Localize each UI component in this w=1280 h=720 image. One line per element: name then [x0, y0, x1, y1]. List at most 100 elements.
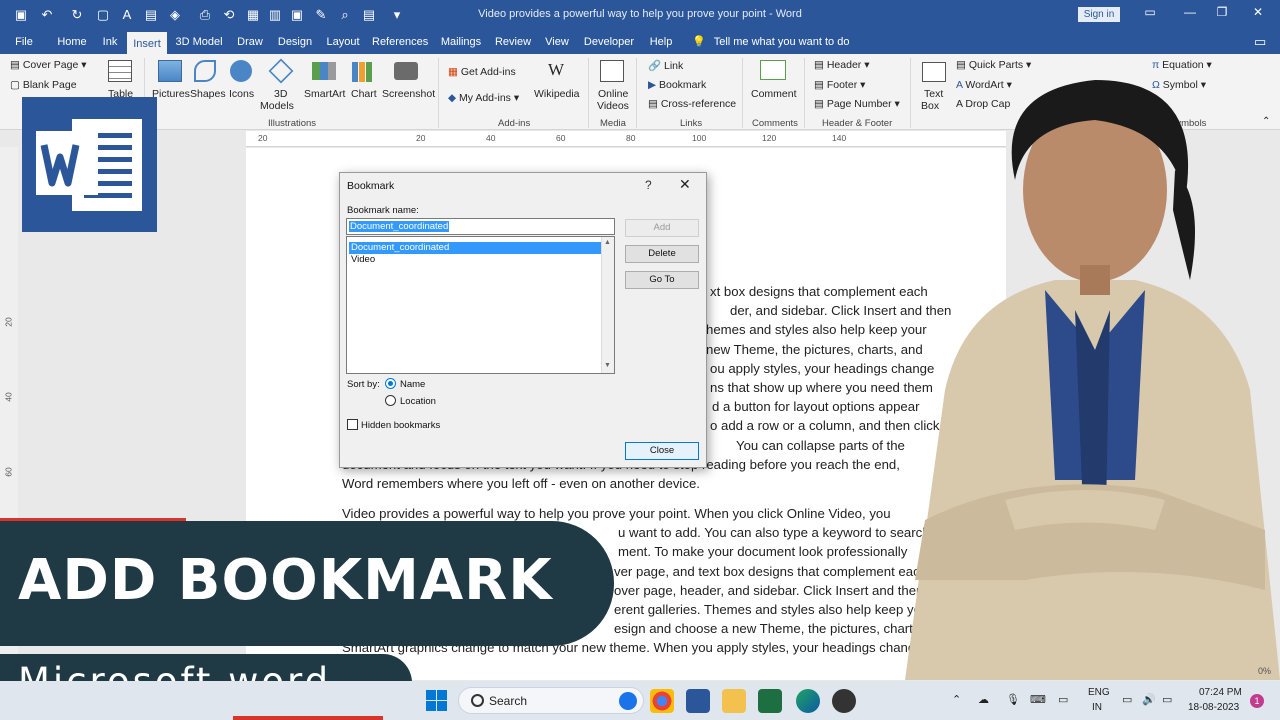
smartart-button[interactable]: SmartArt [304, 88, 345, 100]
hidden-bookmarks-checkbox[interactable] [347, 419, 358, 430]
restore-icon[interactable]: ❐ [1212, 5, 1232, 23]
get-addins-button[interactable]: ▦ Get Add-ins [448, 66, 516, 78]
3d-models-icon[interactable] [268, 58, 294, 84]
clock-time[interactable]: 07:24 PM [1199, 687, 1242, 698]
sort-location-radio[interactable] [385, 395, 396, 406]
footer-button[interactable]: ▤ Footer ▾ [814, 79, 865, 91]
list-item[interactable]: Video [349, 254, 601, 266]
windows-start-icon[interactable] [426, 690, 447, 711]
preview-icon[interactable]: ⌕ [336, 6, 354, 24]
tab-developer[interactable]: Developer [582, 30, 636, 54]
save-icon[interactable]: ▣ [12, 6, 30, 24]
online-videos-label-1[interactable]: Online [598, 88, 628, 100]
sort-name-radio[interactable] [385, 378, 396, 389]
list-scrollbar[interactable]: ▲ ▼ [601, 237, 614, 373]
layout-icon[interactable]: ▦ [244, 6, 262, 24]
go-to-button[interactable]: Go To [625, 271, 699, 289]
horizontal-ruler[interactable]: 20 20 40 60 80 100 120 140 [246, 131, 1006, 147]
tab-review[interactable]: Review [494, 30, 532, 54]
wikipedia-icon[interactable]: W [548, 60, 564, 80]
smartart-icon[interactable] [312, 62, 336, 80]
new-document-icon[interactable]: ▢ [94, 6, 112, 24]
notification-badge[interactable]: 1 [1250, 694, 1264, 708]
display-icon[interactable]: ▭ [1058, 693, 1068, 706]
online-videos-label-2[interactable]: Videos [597, 100, 629, 112]
3d-models-label-1[interactable]: 3D [274, 88, 287, 100]
tell-me-search[interactable]: 💡 Tell me what you want to do [692, 30, 849, 54]
excel-icon[interactable] [758, 689, 782, 713]
comments-icon[interactable]: ▭ [1254, 34, 1266, 50]
table-icon[interactable]: ▥ [266, 6, 284, 24]
undo-icon[interactable]: ↶ [38, 6, 56, 24]
table-icon[interactable] [108, 60, 132, 82]
clock-date[interactable]: 18-08-2023 [1188, 702, 1239, 713]
redo-icon[interactable]: ↻ [68, 6, 86, 24]
battery-icon[interactable]: ▭ [1162, 693, 1172, 706]
3d-models-label-2[interactable]: Models [260, 100, 294, 112]
my-addins-button[interactable]: ◆ My Add-ins ▾ [448, 92, 519, 104]
form-icon[interactable]: ▤ [142, 6, 160, 24]
online-videos-icon[interactable] [600, 60, 624, 82]
share-icon[interactable]: ⟲ [220, 6, 238, 24]
minimize-icon[interactable]: — [1180, 5, 1200, 23]
cover-page-button[interactable]: ▤ Cover Page ▾ [10, 59, 87, 71]
region-label[interactable]: IN [1092, 702, 1102, 713]
tab-3d-model[interactable]: 3D Model [172, 30, 226, 54]
tab-draw[interactable]: Draw [234, 30, 266, 54]
tab-ink[interactable]: Ink [98, 30, 122, 54]
list-item[interactable]: Document_coordinated [349, 242, 601, 254]
sign-in-button[interactable]: Sign in [1078, 7, 1120, 22]
taskbar-search[interactable]: Search [458, 687, 644, 714]
wikipedia-button[interactable]: Wikipedia [534, 88, 580, 100]
weather-icon[interactable]: ☁ [978, 693, 989, 706]
obs-icon[interactable] [832, 689, 856, 713]
close-window-icon[interactable]: ✕ [1248, 5, 1268, 23]
bookmark-button[interactable]: ▶ Bookmark [648, 79, 706, 91]
scroll-down-icon[interactable]: ▼ [604, 362, 611, 369]
comment-button[interactable]: Comment [751, 88, 797, 100]
tab-mailings[interactable]: Mailings [438, 30, 484, 54]
shapes-button[interactable]: Shapes [190, 88, 226, 100]
screenshot-button[interactable]: Screenshot [382, 88, 435, 100]
bing-icon[interactable] [619, 692, 637, 710]
language-label[interactable]: ENG [1088, 687, 1110, 698]
shape-icon[interactable]: ◈ [166, 6, 184, 24]
cross-reference-button[interactable]: ▤ Cross-reference [648, 98, 736, 110]
file-explorer-icon[interactable] [722, 689, 746, 713]
comment-icon[interactable] [760, 60, 786, 80]
keyboard-icon[interactable]: ⌨ [1030, 693, 1046, 706]
add-button[interactable]: Add [625, 219, 699, 237]
scroll-up-icon[interactable]: ▲ [604, 239, 611, 246]
bookmark-name-input[interactable]: Document_coordinated [346, 218, 615, 235]
more-icon[interactable]: ▤ [360, 6, 378, 24]
volume-icon[interactable]: 🔊 [1142, 693, 1156, 706]
pictures-button[interactable]: Pictures [152, 88, 190, 100]
chrome-icon[interactable] [650, 689, 674, 713]
word-taskbar-icon[interactable] [686, 689, 710, 713]
help-icon[interactable]: ? [645, 178, 652, 192]
bookmark-list[interactable]: Document_coordinated Video ▲ ▼ [346, 236, 615, 374]
close-icon[interactable]: ✕ [679, 176, 691, 193]
draw-table-icon[interactable]: ✎ [312, 6, 330, 24]
ribbon-display-icon[interactable]: ▭ [1140, 5, 1160, 23]
link-button[interactable]: 🔗 Link [648, 59, 683, 72]
show-hidden-icons[interactable]: ⌃ [952, 693, 961, 706]
chart-button[interactable]: Chart [351, 88, 377, 100]
page-number-button[interactable]: ▤ Page Number ▾ [814, 98, 900, 110]
header-button[interactable]: ▤ Header ▾ [814, 59, 870, 71]
picture-icon[interactable]: ▣ [288, 6, 306, 24]
tab-insert[interactable]: Insert [127, 30, 167, 54]
spelling-icon[interactable]: A [118, 6, 136, 24]
tab-layout[interactable]: Layout [324, 30, 362, 54]
edge-icon[interactable] [796, 689, 820, 713]
tab-home[interactable]: Home [54, 30, 90, 54]
chart-icon[interactable] [352, 62, 372, 82]
print-icon[interactable]: ⎙ [196, 6, 214, 24]
screenshot-icon[interactable] [394, 62, 418, 80]
close-button[interactable]: Close [625, 442, 699, 460]
icons-icon[interactable] [230, 60, 252, 82]
microphone-icon[interactable]: 🎙 [1006, 693, 1020, 706]
tab-design[interactable]: Design [276, 30, 314, 54]
tab-help[interactable]: Help [646, 30, 676, 54]
tab-file[interactable]: File [8, 30, 40, 54]
